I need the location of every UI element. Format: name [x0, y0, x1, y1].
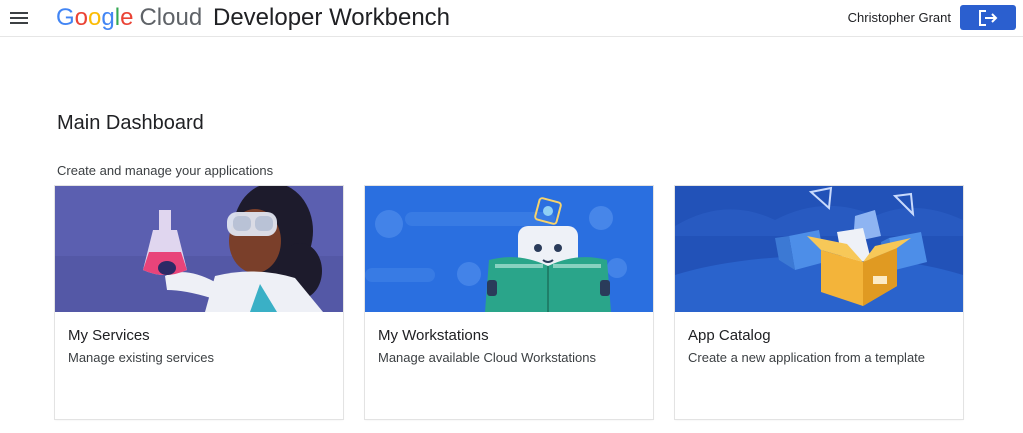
logo-google-text: Google	[56, 4, 133, 32]
app-title: Developer Workbench	[213, 4, 451, 31]
logo-letter-o2: o	[88, 4, 102, 31]
card-title: App Catalog	[688, 327, 771, 344]
user-name: Christopher Grant	[847, 10, 951, 25]
top-app-bar: Google Cloud Developer Workbench Christo…	[0, 0, 1023, 37]
open-boxes-illustration	[675, 186, 963, 312]
card-description: Manage existing services	[68, 350, 214, 365]
card-description: Manage available Cloud Workstations	[378, 350, 596, 365]
google-cloud-logo[interactable]: Google Cloud	[56, 4, 202, 32]
robot-reading-book-illustration	[365, 186, 653, 312]
card-my-services[interactable]: My Services Manage existing services	[55, 186, 343, 419]
card-title: My Services	[68, 327, 150, 344]
logo-cloud-text: Cloud	[139, 4, 203, 31]
logo-letter-g: G	[56, 4, 75, 31]
card-description: Create a new application from a template	[688, 350, 926, 365]
logout-icon	[979, 9, 998, 26]
scientist-with-flask-illustration	[55, 186, 343, 312]
card-app-catalog[interactable]: App Catalog Create a new application fro…	[675, 186, 963, 419]
logo-letter-o1: o	[74, 4, 89, 31]
page-subtitle: Create and manage your applications	[57, 163, 274, 178]
card-my-workstations[interactable]: My Workstations Manage available Cloud W…	[365, 186, 653, 419]
logo-letter-e: e	[120, 4, 134, 31]
logout-button[interactable]	[960, 5, 1016, 30]
hamburger-menu-icon[interactable]	[8, 8, 30, 28]
page-title: Main Dashboard	[57, 112, 204, 134]
card-title: My Workstations	[378, 327, 489, 344]
logo-letter-g2: g	[101, 4, 115, 31]
